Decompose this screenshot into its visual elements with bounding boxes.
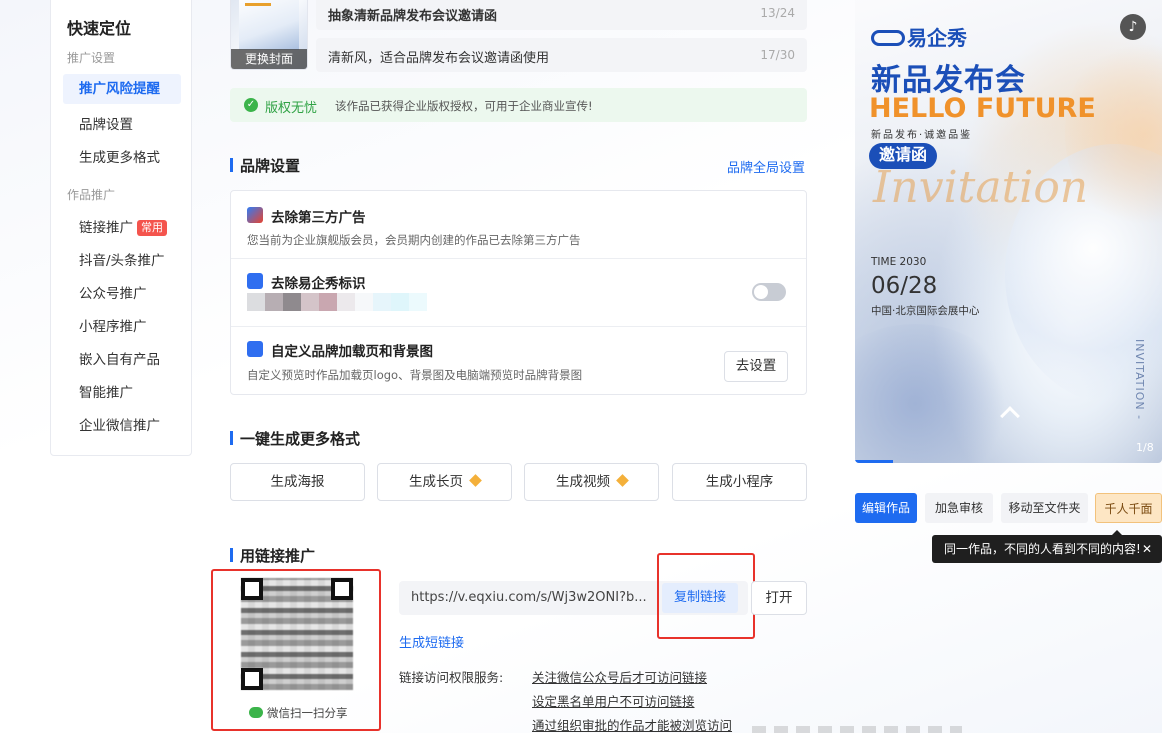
music-icon[interactable]: ♪ [1120,14,1146,40]
cover-image [239,0,299,50]
open-link-button[interactable]: 打开 [751,581,807,615]
edit-work-button[interactable]: 编辑作品 [855,493,917,523]
generate-longpage-label: 生成长页 [409,474,463,490]
generate-poster-button[interactable]: 生成海报 [230,463,365,501]
copyright-desc: 该作品已获得企业版权授权，可用于企业商业宣传! [335,99,593,113]
close-icon[interactable]: ✕ [1142,535,1152,563]
eqxiu-logo-icon [247,273,263,289]
preview-place: 中国·北京国际会展中心 [871,305,980,317]
urgent-review-button[interactable]: 加急审核 [925,493,993,523]
generate-longpage-button[interactable]: 生成长页 [377,463,512,501]
brand-settings-panel: 去除第三方广告 您当前为企业旗舰版会员，会员期内创建的作品已去除第三方广告 去除… [230,190,807,395]
sidebar-item-douyin-promo[interactable]: 抖音/头条推广 [79,249,165,269]
preview-subtitle: 新品发布·诚邀品鉴 [871,130,973,141]
brand-settings-title: 品牌设置 [230,155,300,176]
generate-mini-program-button[interactable]: 生成小程序 [672,463,807,501]
perm-blacklist-link[interactable]: 设定黑名单用户不可访问链接 [532,691,695,710]
preview-page-indicator: 1/8 [1136,441,1154,454]
sidebar-item-link-promo[interactable]: 链接推广 常用 [79,216,167,236]
work-preview[interactable]: 易企秀 ♪ 新品发布会 HELLO FUTURE 新品发布·诚邀品鉴 Invit… [855,0,1162,463]
check-circle-icon: ✓ [244,98,258,112]
preview-time-label: TIME 2030 [871,256,927,268]
preview-progress-bar [855,460,893,463]
eqxiu-logo-icon [247,341,263,357]
preview-vertical-text: INVITATION - [1133,339,1146,421]
preview-script-text: Invitation [873,162,1089,213]
personalize-tooltip: 同一作品，不同的人看到不同的内容! ✕ [932,530,1162,563]
redacted-logo-preview [247,293,427,311]
preview-invite-badge: 邀请函 [869,143,938,169]
remove-logo-row: 去除易企秀标识 [231,259,806,327]
tooltip-text: 同一作品，不同的人看到不同的内容! [944,542,1141,556]
generate-video-button[interactable]: 生成视频 [524,463,659,501]
title-input-value: 抽象清新品牌发布会议邀请函 [328,9,498,24]
generate-short-link[interactable]: 生成短链接 [399,632,464,651]
preview-date: 06/28 [871,273,938,299]
change-cover-button[interactable]: 更换封面 [231,49,307,69]
sidebar-group-promo-settings: 推广设置 [67,51,116,65]
sidebar-item-brand-settings[interactable]: 品牌设置 [79,113,133,133]
link-promo-title: 用链接推广 [230,545,315,566]
share-url-value: https://v.eqxiu.com/s/Wj3w2ONI?b... [411,590,647,605]
remove-ads-title: 去除第三方广告 [271,210,366,226]
sidebar-item-more-formats[interactable]: 生成更多格式 [79,146,160,166]
sidebar-title: 快速定位 [67,19,132,38]
copyright-label: 版权无忧 [265,101,318,116]
remove-ads-desc: 您当前为企业旗舰版会员，会员期内创建的作品已去除第三方广告 [247,233,581,247]
sidebar-item-mini-program-promo[interactable]: 小程序推广 [79,315,147,335]
copy-highlight-frame [657,553,755,639]
brand-global-settings-link[interactable]: 品牌全局设置 [727,157,805,176]
sidebar-item-wecom-promo[interactable]: 企业微信推广 [79,414,160,434]
common-badge: 常用 [137,220,167,236]
sidebar-group-work-promo: 作品推广 [67,188,116,202]
title-input[interactable]: 抽象清新品牌发布会议邀请函 13/24 [316,0,807,30]
sidebar-item-smart-promo[interactable]: 智能推广 [79,381,133,401]
vip-diamond-icon [469,474,482,487]
move-to-folder-button[interactable]: 移动至文件夹 [1001,493,1088,523]
description-input[interactable]: 清新风，适合品牌发布会议邀请函使用 17/30 [316,38,807,72]
perm-approval-link[interactable]: 通过组织审批的作品才能被浏览访问 [532,715,732,733]
perm-follow-account-link[interactable]: 关注微信公众号后才可访问链接 [532,667,707,686]
remove-ads-row: 去除第三方广告 您当前为企业旗舰版会员，会员期内创建的作品已去除第三方广告 [231,191,806,259]
preview-hello: HELLO FUTURE [869,93,1096,124]
description-char-count: 17/30 [760,48,795,62]
description-input-value: 清新风，适合品牌发布会议邀请函使用 [328,51,550,66]
qr-caption: 微信扫一扫分享 [249,705,348,721]
eqxiu-logo-icon [871,30,905,46]
copyright-notice: ✓ 版权无忧 该作品已获得企业版权授权，可用于企业商业宣传! [230,88,807,122]
sidebar-item-risk-alert[interactable]: 推广风险提醒 [63,74,181,104]
title-char-count: 13/24 [760,6,795,20]
wechat-icon [249,707,263,718]
custom-loading-row: 自定义品牌加载页和背景图 自定义预览时作品加载页logo、背景图及电脑端预览时品… [231,327,806,395]
personalize-button[interactable]: 千人千面 [1095,493,1162,523]
cover-thumbnail[interactable]: 更换封面 [230,0,308,70]
remove-logo-title: 去除易企秀标识 [271,276,366,292]
more-formats-title: 一键生成更多格式 [230,428,360,449]
eqxiu-brand-logo: 易企秀 [871,22,967,51]
custom-loading-title: 自定义品牌加载页和背景图 [271,344,433,360]
go-settings-button[interactable]: 去设置 [724,351,788,382]
quick-nav-sidebar: 快速定位 推广设置 推广风险提醒 品牌设置 生成更多格式 作品推广 链接推广 常用… [50,0,192,456]
vip-diamond-icon [616,474,629,487]
sidebar-item-wechat-account-promo[interactable]: 公众号推广 [79,282,147,302]
remove-ads-icon [247,207,263,223]
sidebar-item-label: 链接推广 [79,220,133,236]
watermark [752,726,962,733]
custom-loading-desc: 自定义预览时作品加载页logo、背景图及电脑端预览时品牌背景图 [247,368,583,382]
generate-video-label: 生成视频 [556,474,610,490]
sidebar-item-embed-product[interactable]: 嵌入自有产品 [79,348,160,368]
remove-logo-toggle[interactable] [752,283,786,301]
access-permission-label: 链接访问权限服务: [399,670,504,685]
